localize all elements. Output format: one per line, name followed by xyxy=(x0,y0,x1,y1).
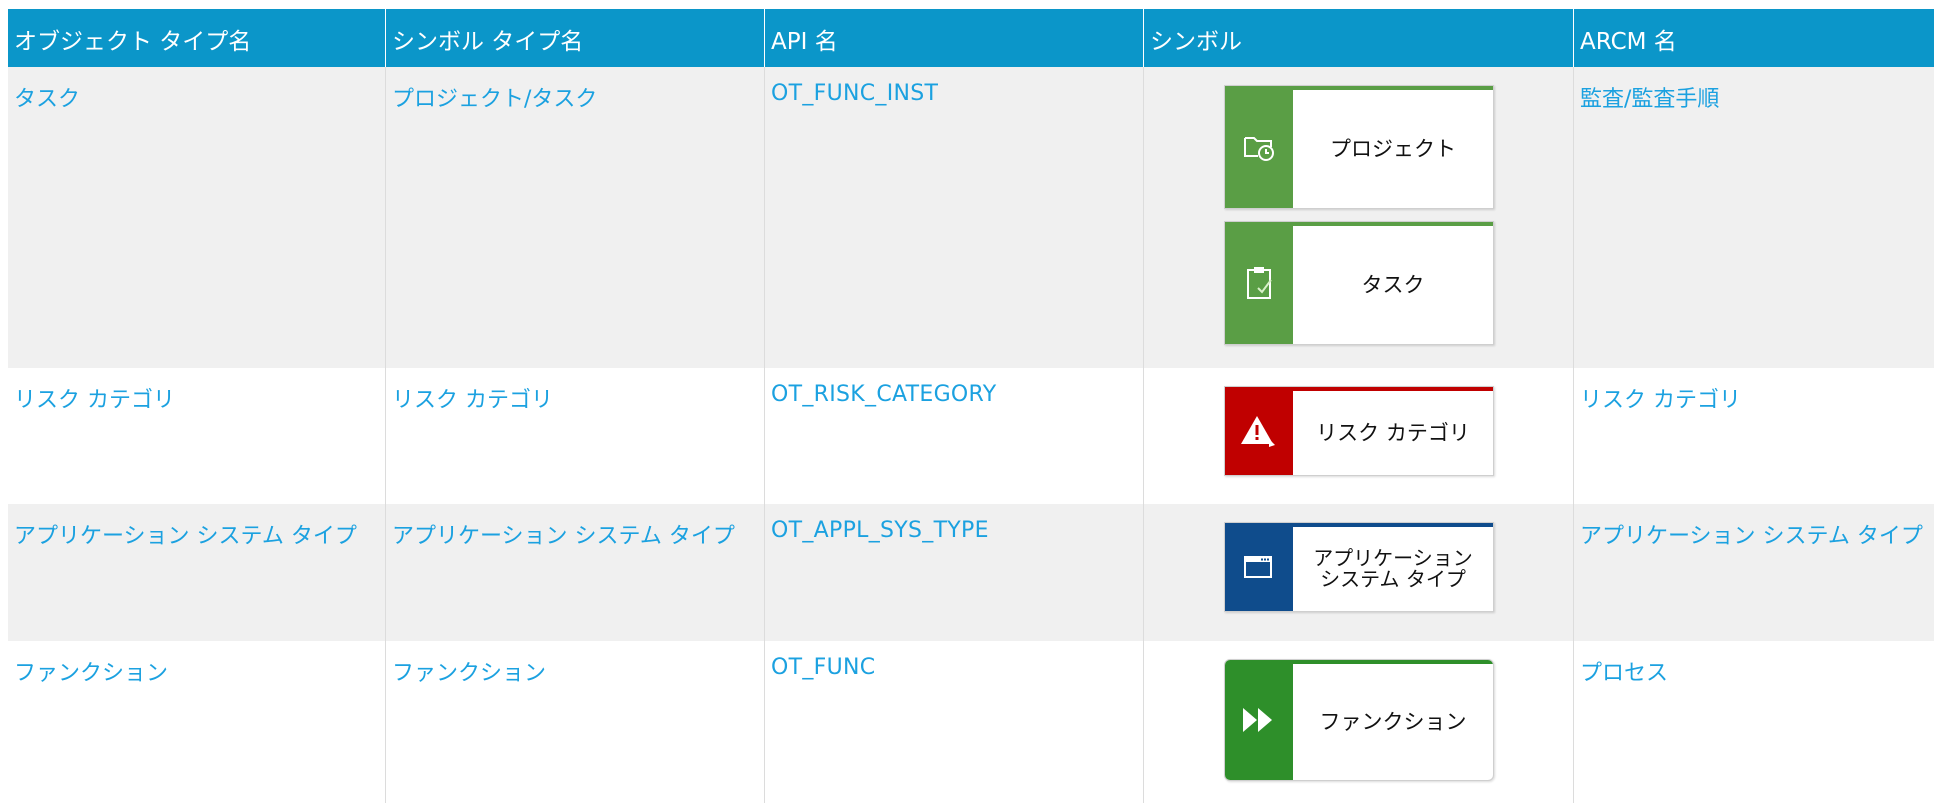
symbol-type-link[interactable]: ファンクション xyxy=(386,641,765,803)
clipboard-check-icon xyxy=(1225,222,1293,344)
table-row: リスク カテゴリ リスク カテゴリ OT_RISK_CATEGORY リスク カ… xyxy=(8,368,1934,504)
header-symbol-type: シンボル タイプ名 xyxy=(386,9,765,67)
object-type-link[interactable]: アプリケーション システム タイプ xyxy=(8,504,386,641)
symbol-project: プロジェクト xyxy=(1224,85,1494,209)
api-name-link[interactable]: OT_APPL_SYS_TYPE xyxy=(765,504,1144,641)
api-name-link[interactable]: OT_RISK_CATEGORY xyxy=(765,368,1144,504)
symbol-label-line2: システム タイプ xyxy=(1320,567,1466,591)
table-row: ファンクション ファンクション OT_FUNC ファンクション プロセス xyxy=(8,641,1934,803)
symbol-function: ファンクション xyxy=(1224,659,1494,781)
symbol-label: タスク xyxy=(1293,222,1493,344)
symbol-risk-category: リスク カテゴリ xyxy=(1224,386,1494,476)
table-row: アプリケーション システム タイプ アプリケーション システム タイプ OT_A… xyxy=(8,504,1934,641)
header-arcm-name: ARCM 名 xyxy=(1580,29,1677,55)
object-type-link[interactable]: リスク カテゴリ xyxy=(8,368,386,504)
object-type-link[interactable]: タスク xyxy=(8,67,386,368)
table-header: オブジェクト タイプ名 シンボル タイプ名 API 名 シンボル ARCM 名 xyxy=(8,9,1934,67)
symbol-cell: プロジェクト タスク xyxy=(1144,67,1574,368)
api-name-link[interactable]: OT_FUNC xyxy=(765,641,1144,803)
symbol-type-link[interactable]: プロジェクト/タスク xyxy=(386,67,765,368)
symbol-cell: アプリケーション システム タイプ xyxy=(1144,504,1574,641)
fast-forward-icon xyxy=(1225,660,1293,780)
symbol-type-link[interactable]: リスク カテゴリ xyxy=(386,368,765,504)
arcm-name-link[interactable]: 監査/監査手順 xyxy=(1574,67,1934,368)
symbol-cell: リスク カテゴリ xyxy=(1144,368,1574,504)
header-api-name: API 名 xyxy=(765,9,1144,67)
symbol-label: リスク カテゴリ xyxy=(1293,387,1493,475)
symbol-label: アプリケーション システム タイプ xyxy=(1293,523,1493,611)
table-row: タスク プロジェクト/タスク OT_FUNC_INST プロジェクト タスク 監… xyxy=(8,67,1934,368)
symbol-type-link[interactable]: アプリケーション システム タイプ xyxy=(386,504,765,641)
object-type-link[interactable]: ファンクション xyxy=(8,641,386,803)
arcm-name-link[interactable]: プロセス xyxy=(1574,641,1934,803)
symbol-application-system-type: アプリケーション システム タイプ xyxy=(1224,522,1494,612)
arcm-name-link[interactable]: アプリケーション システム タイプ xyxy=(1574,504,1934,641)
object-type-table: オブジェクト タイプ名 シンボル タイプ名 API 名 シンボル ARCM 名 … xyxy=(8,9,1934,803)
symbol-task: タスク xyxy=(1224,221,1494,345)
arcm-name-link[interactable]: リスク カテゴリ xyxy=(1574,368,1934,504)
warning-icon xyxy=(1225,387,1293,475)
symbol-label: プロジェクト xyxy=(1293,86,1493,208)
symbol-label-line1: アプリケーション xyxy=(1313,546,1473,570)
folder-clock-icon xyxy=(1225,86,1293,208)
symbol-label: ファンクション xyxy=(1293,660,1493,780)
header-object-type: オブジェクト タイプ名 xyxy=(8,9,386,67)
window-icon xyxy=(1225,523,1293,611)
header-symbol: シンボル xyxy=(1144,9,1574,67)
api-name-link[interactable]: OT_FUNC_INST xyxy=(765,67,1144,368)
symbol-cell: ファンクション xyxy=(1144,641,1574,803)
